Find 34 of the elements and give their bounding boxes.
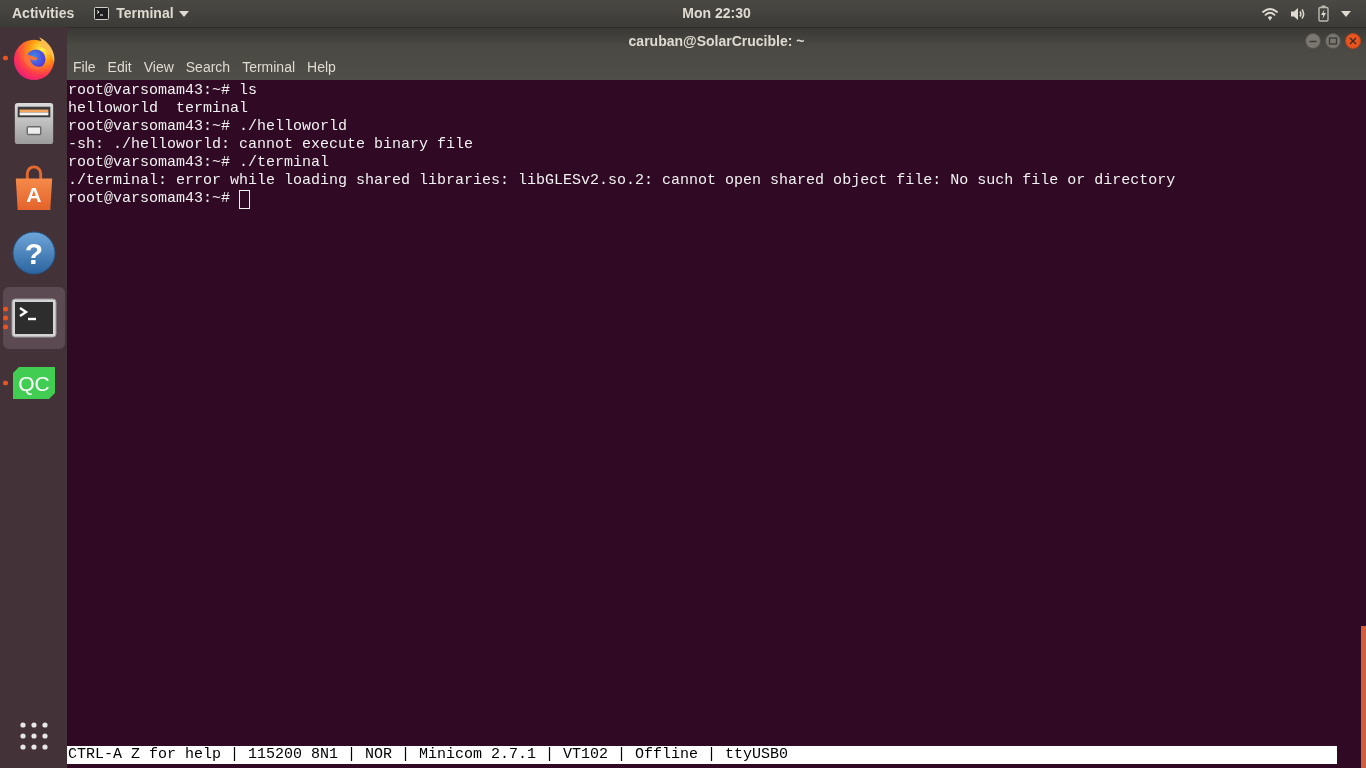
menu-item[interactable]: Edit [101,58,138,75]
scrollbar-thumb[interactable] [1361,626,1366,768]
menu-item[interactable]: View [137,58,180,75]
terminal-icon [10,298,57,338]
caret-icon[interactable] [1341,10,1351,17]
terminal-line: ./terminal: error while loading shared libraries: libGLESv2.so.2: cannot open shared object file: No such file or directory [68,172,1176,190]
status-bar: CTRL-A Z for help | 115200 8N1 | NOR | Minicom 2.7.1 | VT102 | Offline | ttyUSB0 [67,746,1337,764]
activities-button[interactable]: Activities [12,5,75,22]
menu-item[interactable]: Search [179,58,237,75]
help-icon: ? [11,231,56,275]
terminal-icon [94,7,110,20]
app-grid-icon[interactable] [19,722,48,750]
dock-item[interactable]: ? [2,222,65,284]
window-title: caruban@SolarCrucible: ~ [628,32,805,49]
menu-item[interactable]: Terminal [236,58,302,75]
wifi-icon[interactable] [1262,6,1278,21]
dock-item[interactable] [2,287,65,349]
app-menu[interactable]: Terminal [94,5,189,22]
terminal-line: helloworld terminal [68,100,249,118]
terminal-line: root@varsomam43:~# ./helloworld [68,118,348,136]
caret-icon [178,10,189,17]
terminal-line: root@varsomam43:~# ./terminal [68,154,330,172]
terminal-prompt: root@varsomam43:~# [68,190,231,208]
battery-icon[interactable] [1318,5,1329,22]
menu-item[interactable]: File [67,58,102,75]
terminal-line: root@varsomam43:~# ls [68,82,258,100]
close-icon[interactable] [1345,32,1361,49]
minimize-icon[interactable] [1305,32,1321,49]
clock[interactable]: Mon 22:30 [682,5,751,22]
menu-item[interactable]: Help [301,58,342,75]
maximize-icon[interactable] [1325,32,1341,49]
terminal-line: -sh: ./helloworld: cannot execute binary file [68,136,474,154]
qc-tile-icon: QC [12,367,55,399]
volume-icon[interactable] [1290,6,1306,21]
